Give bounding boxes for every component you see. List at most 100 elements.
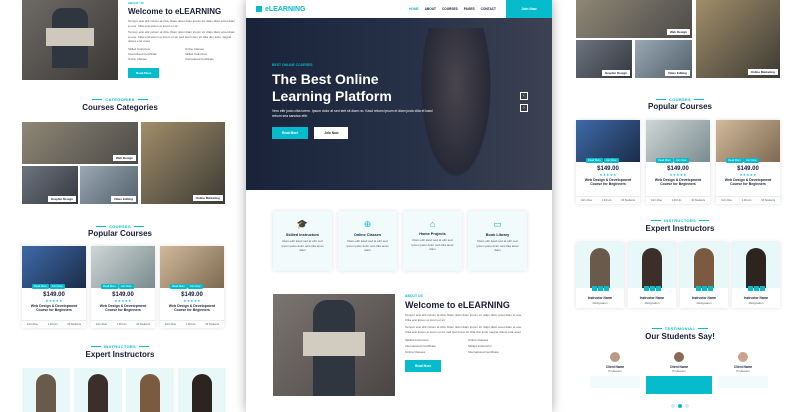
meta-students: 30 Students: [136, 323, 151, 326]
twitter-icon[interactable]: [753, 286, 759, 291]
about-image: [22, 0, 118, 80]
course-title-line: Course for Beginners: [590, 182, 626, 186]
about-title: Welcome to eLEARNING: [128, 7, 222, 16]
instructor-card: Instructor Name Designation: [732, 242, 780, 308]
course-image: [22, 246, 86, 288]
course-card[interactable]: Read More Join Now $149.00 ★★★★★ Web Desi…: [646, 120, 710, 204]
category-label: Online Marketing: [747, 69, 778, 75]
join-now-button[interactable]: Join Now: [187, 284, 203, 289]
facebook-icon[interactable]: [747, 286, 753, 291]
course-card[interactable]: Read More Join Now $149.00 ★★★★★ Web Desi…: [22, 246, 86, 328]
join-now-button[interactable]: Join Now: [743, 158, 759, 163]
carousel-prev-icon[interactable]: ‹: [520, 92, 528, 100]
star-rating: ★★★★★: [739, 173, 757, 177]
nav-item-contact[interactable]: CONTACT: [481, 7, 496, 11]
read-more-button[interactable]: Read More: [170, 284, 187, 289]
instructor-photo: [732, 242, 780, 288]
instructor-photo: [126, 368, 174, 412]
meta-duration: 1.49 Hrs: [185, 323, 196, 326]
course-card[interactable]: Read More Join Now $149.00 ★★★★★ Web Desi…: [716, 120, 780, 204]
carousel-dot-active[interactable]: [678, 404, 682, 408]
read-more-button[interactable]: Read More: [586, 158, 603, 163]
category-web-design-image[interactable]: Web Design: [22, 122, 138, 164]
instructor-card: Instructor Name Designation: [576, 242, 624, 308]
nav-item-pages[interactable]: PAGES: [464, 7, 475, 11]
course-title-line: Course for Beginners: [105, 308, 141, 312]
nav-item-home[interactable]: HOME: [409, 7, 419, 11]
category-graphic-design-image[interactable]: Graphic Design: [576, 40, 632, 78]
join-now-button[interactable]: Join Now: [49, 284, 65, 289]
nav-menu: HOME ABOUT COURSES PAGES CONTACT: [409, 7, 496, 11]
category-video-editing-image[interactable]: Video Editing: [80, 166, 138, 204]
course-title: Web Design & Development Course for Begin…: [22, 304, 86, 312]
testimonial-item: Client Name Profession: [718, 352, 768, 388]
about-image: [273, 294, 395, 396]
about-read-more-button[interactable]: Read More: [128, 67, 160, 78]
carousel-dot[interactable]: [671, 404, 675, 408]
nav-item-courses[interactable]: COURSES: [442, 7, 458, 11]
instructor-card: Instructor Name Designation: [680, 242, 728, 308]
course-card[interactable]: Read More Join Now $149.00 ★★★★★ Web Desi…: [160, 246, 224, 328]
about-read-more-button[interactable]: Read More: [405, 360, 442, 372]
facebook-icon[interactable]: [643, 286, 649, 291]
meta-students: 30 Students: [621, 199, 636, 202]
star-rating: ★★★★★: [45, 299, 63, 303]
read-more-button[interactable]: Read More: [32, 284, 49, 289]
category-video-editing-image[interactable]: Video Editing: [635, 40, 692, 78]
category-label: Web Design: [112, 155, 136, 161]
about-eyebrow: ABOUT US: [128, 1, 144, 5]
category-web-design-image[interactable]: Web Design: [576, 0, 692, 38]
instagram-icon[interactable]: [759, 286, 765, 291]
instructors-title: Expert Instructors: [85, 350, 155, 359]
facebook-icon[interactable]: [591, 286, 597, 291]
course-card[interactable]: Read More Join Now $149.00 ★★★★★ Web Desi…: [576, 120, 640, 204]
instagram-icon[interactable]: [707, 286, 713, 291]
category-online-marketing-image[interactable]: Online Marketing: [696, 0, 780, 78]
about-text-2: Tempor erat elitr rebum at clita. Diam d…: [405, 325, 522, 334]
carousel-dot[interactable]: [685, 404, 689, 408]
hero-join-now-button[interactable]: Join Now: [314, 127, 349, 139]
testimonial-quote: [718, 376, 768, 388]
hero-read-more-button[interactable]: Read More: [272, 127, 309, 139]
nav-item-about[interactable]: ABOUT: [425, 7, 436, 11]
check-item: Skilled Instructors: [405, 338, 429, 342]
twitter-icon[interactable]: [597, 286, 603, 291]
instructor-role: Designation: [592, 301, 608, 305]
twitter-icon[interactable]: [649, 286, 655, 291]
join-now-nav-button[interactable]: Join Now: [506, 0, 552, 18]
category-graphic-design-image[interactable]: Graphic Design: [22, 166, 78, 204]
instagram-icon[interactable]: [603, 286, 609, 291]
course-card[interactable]: Read More Join Now $149.00 ★★★★★ Web Desi…: [91, 246, 155, 328]
course-image: [716, 120, 780, 162]
category-label: Web Design: [666, 29, 690, 35]
instagram-icon[interactable]: [655, 286, 661, 291]
meta-instructor: John Doe: [720, 199, 732, 202]
instructor-photo: [576, 242, 624, 288]
read-more-button[interactable]: Read More: [726, 158, 743, 163]
star-rating: ★★★★★: [183, 299, 201, 303]
course-meta: John Doe 1.49 Hrs 30 Students: [22, 320, 86, 328]
course-title: Web Design & Development Course for Begin…: [91, 304, 155, 312]
read-more-button[interactable]: Read More: [101, 284, 118, 289]
category-label: Video Editing: [664, 70, 690, 76]
meta-students: 30 Students: [761, 199, 776, 202]
join-now-button[interactable]: Join Now: [603, 158, 619, 163]
join-now-button[interactable]: Join Now: [673, 158, 689, 163]
course-title: Web Design & Development Course for Begin…: [576, 178, 640, 186]
twitter-icon[interactable]: [701, 286, 707, 291]
check-item: Skilled Instructors: [128, 46, 151, 51]
read-more-button[interactable]: Read More: [656, 158, 673, 163]
meta-duration: 1.49 Hrs: [741, 199, 752, 202]
facebook-icon[interactable]: [695, 286, 701, 291]
brand-logo[interactable]: eLEARNING: [256, 6, 305, 13]
join-now-button[interactable]: Join Now: [118, 284, 134, 289]
course-meta: John Doe 1.49 Hrs 30 Students: [576, 196, 640, 204]
category-online-marketing-image[interactable]: Online Marketing: [141, 122, 225, 204]
categories-eyebrow: CATEGORIES: [0, 97, 240, 102]
book-open-icon: ▭: [493, 219, 502, 229]
meta-instructor: John Doe: [26, 323, 38, 326]
instructor-photo: [22, 368, 70, 412]
client-avatar: [610, 352, 620, 362]
carousel-next-icon[interactable]: ›: [520, 104, 528, 112]
course-meta: John Doe 1.49 Hrs 30 Students: [646, 196, 710, 204]
